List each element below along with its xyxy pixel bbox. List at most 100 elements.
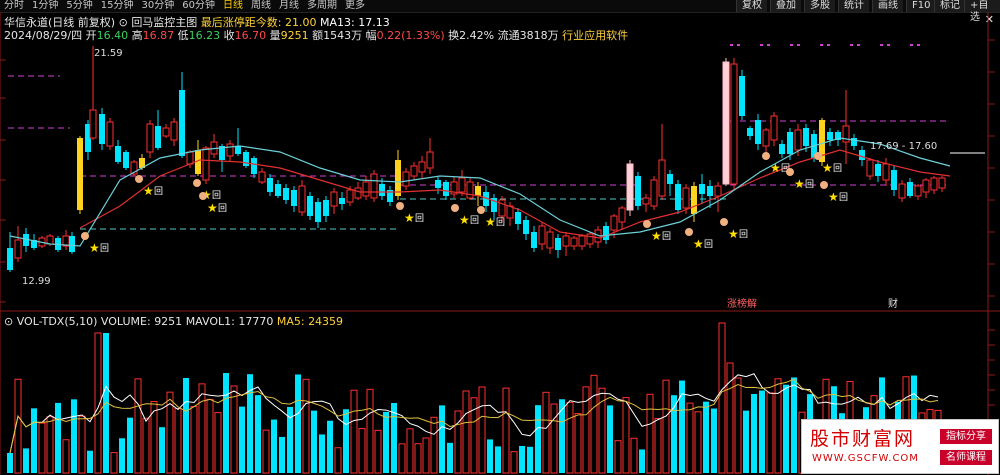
candle-body [891,170,897,190]
volume-bar [374,429,382,474]
volume-bar [183,378,189,473]
candle-body [258,171,266,183]
signal-label: 回 [154,186,163,197]
candle-body [443,182,449,196]
candle-body [827,132,833,140]
chart-canvas[interactable]: ★回★回★回★回★回★回★回★回★回★回★回★回★回★回 21.59 12.99… [0,0,1000,475]
candle-body [762,129,770,147]
candle-body [658,159,666,197]
volume-bar [614,440,622,474]
volume-bar [383,411,389,473]
candle-body [570,237,578,247]
volume-bar [271,419,277,473]
candle-body [650,179,658,207]
volume-bar [751,394,757,473]
finance-tag: 财 [888,297,898,310]
candle-body [402,171,410,187]
volume-bar [590,374,598,474]
candle-body [291,190,297,206]
signal-label: 回 [496,217,505,228]
range-annotation: 17.69 - 17.60 [870,141,937,152]
vol-title[interactable]: VOL-TDX(5,10) [17,315,98,328]
volume-bar [718,322,726,474]
volume-bar [110,452,118,474]
volume-bar [686,402,694,474]
signal-label: 回 [218,203,227,214]
vol-icon: ⊙ [4,315,14,328]
candle-body [714,185,722,197]
candle-body [531,232,537,248]
hand-icon [193,179,201,187]
candle-body [898,183,906,199]
candle-body [330,191,338,207]
volume-value: 9251 [154,315,183,328]
hand-icon [814,152,822,160]
signal-label: 回 [805,179,814,190]
volume-bar [414,443,422,474]
volume-bar [630,437,638,474]
candle-body [739,76,745,116]
candle-body [7,248,13,270]
volume-bar [334,447,342,474]
candle-body [346,189,354,203]
candle-body [515,212,521,224]
hand-icon [820,181,828,189]
candle-body [179,90,185,156]
volume-bar [174,408,182,474]
candle-body [922,179,930,193]
volume-bar [38,422,46,474]
volume-bar [62,439,70,474]
volume-bar [646,393,654,474]
volume-bar [398,443,406,474]
candle-body [283,188,289,200]
star-icon: ★ [794,177,805,191]
volume-bar [262,429,270,474]
volume-bar [478,386,486,474]
candle-body [418,161,426,173]
volume-bar [622,397,630,474]
volume-bar [350,389,358,474]
candle-body [523,220,529,234]
volume-bar [247,374,253,473]
watermark-tag-indicator[interactable]: 指标分享 [940,429,992,444]
candle-body [466,181,474,199]
volume-bar [7,453,13,473]
candle-body [914,185,922,197]
candle-body [938,177,946,189]
watermark-url: WWW.GSCFW.COM [812,453,919,464]
ma5-value: 24359 [308,315,344,328]
hand-icon [643,220,651,228]
volume-bar [311,410,317,473]
candle-body [730,63,738,185]
candle-body [779,144,785,154]
candle-body [722,61,730,185]
signal-label: 回 [470,215,479,226]
volume-bar [510,451,518,474]
volume-bar [198,383,206,474]
hand-icon [199,192,207,200]
candle-body [747,128,753,136]
candle-body [339,198,345,204]
volume-bar [766,392,774,474]
star-icon: ★ [728,227,739,241]
candle-body [146,123,154,153]
candle-body [562,235,570,247]
candle-body [618,207,626,223]
volume-bar [662,379,670,474]
candle-body [803,128,809,146]
signal-label: 回 [662,231,671,242]
watermark-tag-course[interactable]: 名师课程 [940,450,992,465]
candle-body [315,202,321,222]
volume-bar [439,405,445,473]
candle-body [667,174,673,184]
star-icon: ★ [89,241,100,255]
volume-bar [319,434,325,473]
candle-body [89,109,97,139]
star-icon: ★ [770,161,781,175]
candle-body [699,184,705,194]
volume-bar [703,401,709,473]
star-icon: ★ [693,237,704,251]
volume-bar [527,446,533,473]
candle-body [235,146,241,154]
volume-bar [23,448,29,473]
